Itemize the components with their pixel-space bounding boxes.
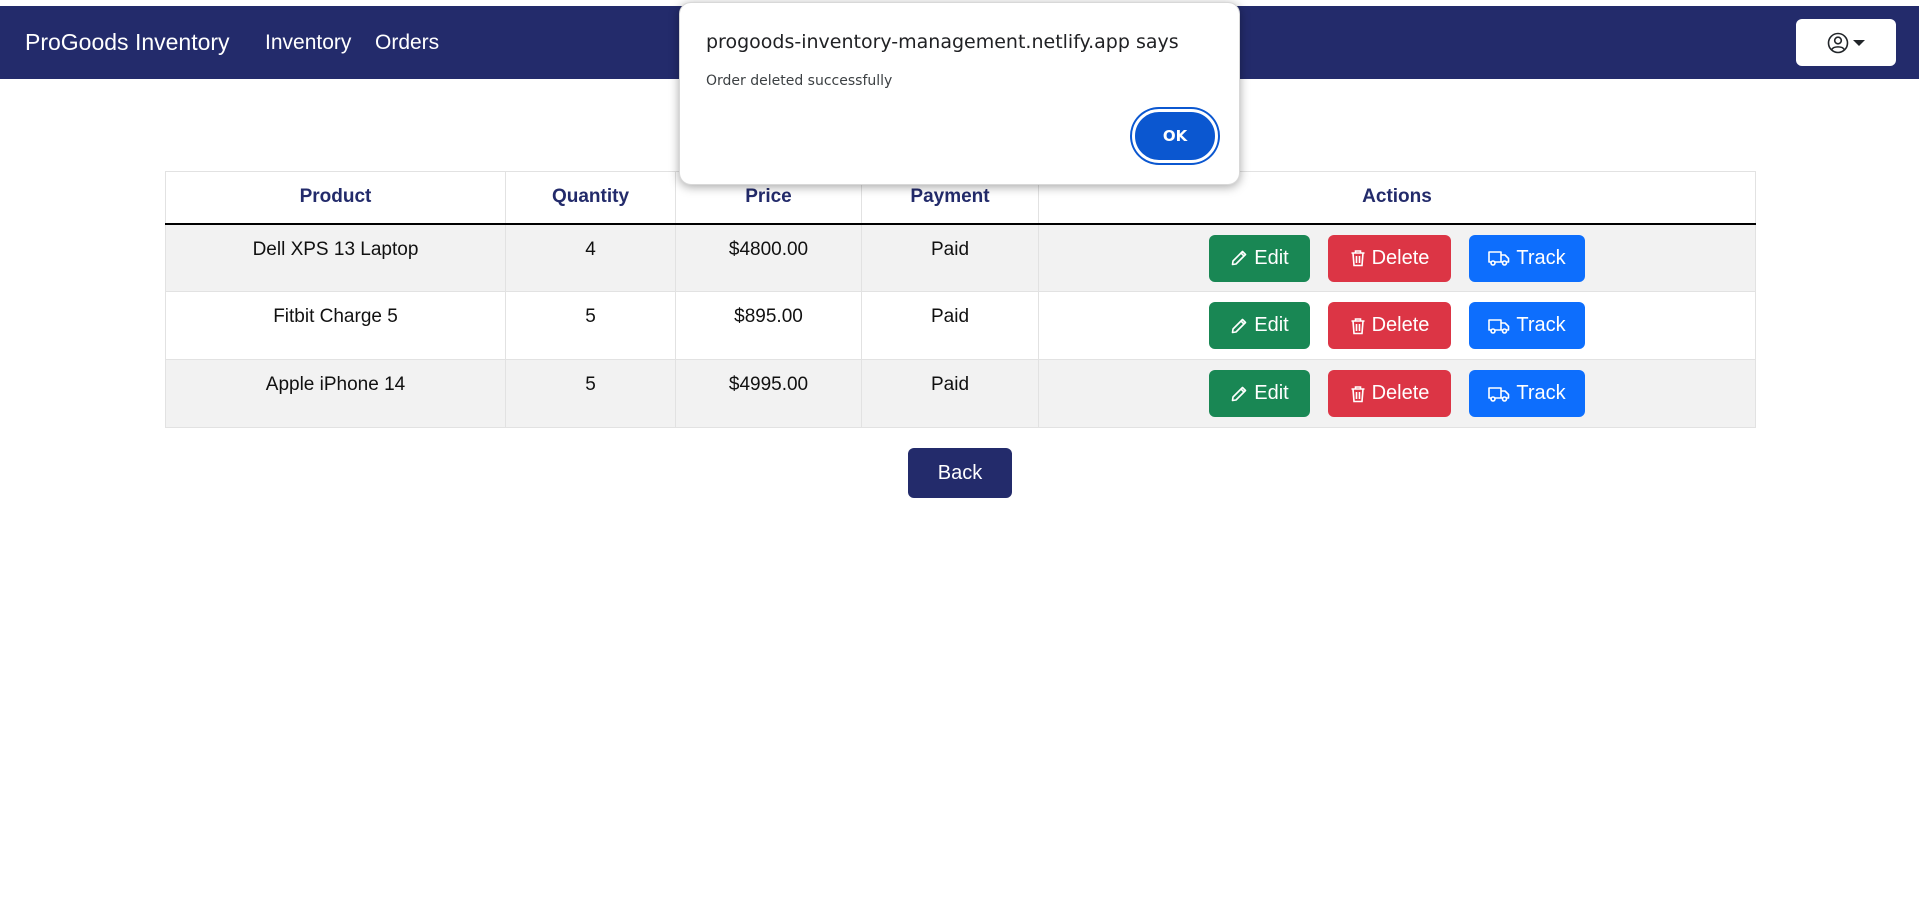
alert-dialog: progoods-inventory-management.netlify.ap… (679, 2, 1240, 185)
pencil-icon (1231, 250, 1247, 266)
cell-actions: Edit Delete Track (1038, 291, 1756, 360)
nav-link-orders[interactable]: Orders (375, 6, 439, 79)
cell-quantity: 4 (505, 223, 676, 292)
brand-title[interactable]: ProGoods Inventory (25, 6, 230, 79)
trash-icon (1351, 250, 1365, 267)
truck-icon (1488, 318, 1510, 334)
track-button[interactable]: Track (1469, 370, 1585, 417)
cell-price: $895.00 (675, 291, 862, 360)
cell-actions: Edit Delete Track (1038, 359, 1756, 428)
dialog-title: progoods-inventory-management.netlify.ap… (706, 31, 1179, 53)
delete-button-label: Delete (1371, 382, 1430, 404)
truck-icon (1488, 251, 1510, 266)
user-menu-button[interactable] (1796, 19, 1896, 66)
table-row: Apple iPhone 14 5 $4995.00 Paid Edit Del… (165, 359, 1756, 428)
nav-link-inventory[interactable]: Inventory (265, 6, 351, 79)
cell-quantity: 5 (505, 291, 676, 360)
cell-payment: Paid (861, 359, 1039, 428)
dialog-message: Order deleted successfully (706, 73, 893, 89)
user-circle-icon (1827, 32, 1849, 53)
edit-button[interactable]: Edit (1209, 234, 1310, 282)
table-row: Fitbit Charge 5 5 $895.00 Paid Edit Dele… (165, 291, 1756, 360)
cell-product: Dell XPS 13 Laptop (165, 223, 506, 292)
pencil-icon (1231, 386, 1247, 401)
cell-price: $4995.00 (675, 359, 862, 428)
back-button[interactable]: Back (908, 448, 1012, 498)
trash-icon (1351, 385, 1365, 402)
edit-button-label: Edit (1254, 314, 1289, 336)
cell-actions: Edit Delete Track (1038, 223, 1756, 292)
delete-button-label: Delete (1371, 246, 1430, 269)
edit-button-label: Edit (1254, 246, 1289, 269)
ok-button[interactable]: OK (1132, 109, 1218, 163)
delete-button[interactable]: Delete (1328, 234, 1451, 282)
table-row: Dell XPS 13 Laptop 4 $4800.00 Paid Edit … (165, 223, 1756, 292)
cell-payment: Paid (861, 223, 1039, 292)
cell-product: Apple iPhone 14 (165, 359, 506, 428)
cell-price: $4800.00 (675, 223, 862, 292)
cell-quantity: 5 (505, 359, 676, 428)
trash-icon (1351, 317, 1365, 334)
pencil-icon (1231, 318, 1247, 333)
edit-button[interactable]: Edit (1209, 370, 1310, 417)
cell-product: Fitbit Charge 5 (165, 291, 506, 360)
chevron-down-icon (1853, 39, 1865, 46)
truck-icon (1488, 386, 1510, 402)
edit-button-label: Edit (1254, 382, 1289, 404)
orders-table-container: Product Quantity Price Payment Actions D… (165, 171, 1756, 428)
delete-button[interactable]: Delete (1328, 370, 1451, 417)
track-button-label: Track (1516, 382, 1566, 404)
track-button-label: Track (1516, 314, 1566, 336)
orders-table: Product Quantity Price Payment Actions D… (165, 171, 1756, 428)
track-button-label: Track (1516, 246, 1566, 269)
column-header-product: Product (165, 171, 506, 225)
column-header-quantity: Quantity (505, 171, 676, 225)
cell-payment: Paid (861, 291, 1039, 360)
track-button[interactable]: Track (1469, 302, 1585, 349)
track-button[interactable]: Track (1469, 234, 1585, 282)
delete-button-label: Delete (1371, 314, 1430, 336)
delete-button[interactable]: Delete (1328, 302, 1451, 349)
edit-button[interactable]: Edit (1209, 302, 1310, 349)
